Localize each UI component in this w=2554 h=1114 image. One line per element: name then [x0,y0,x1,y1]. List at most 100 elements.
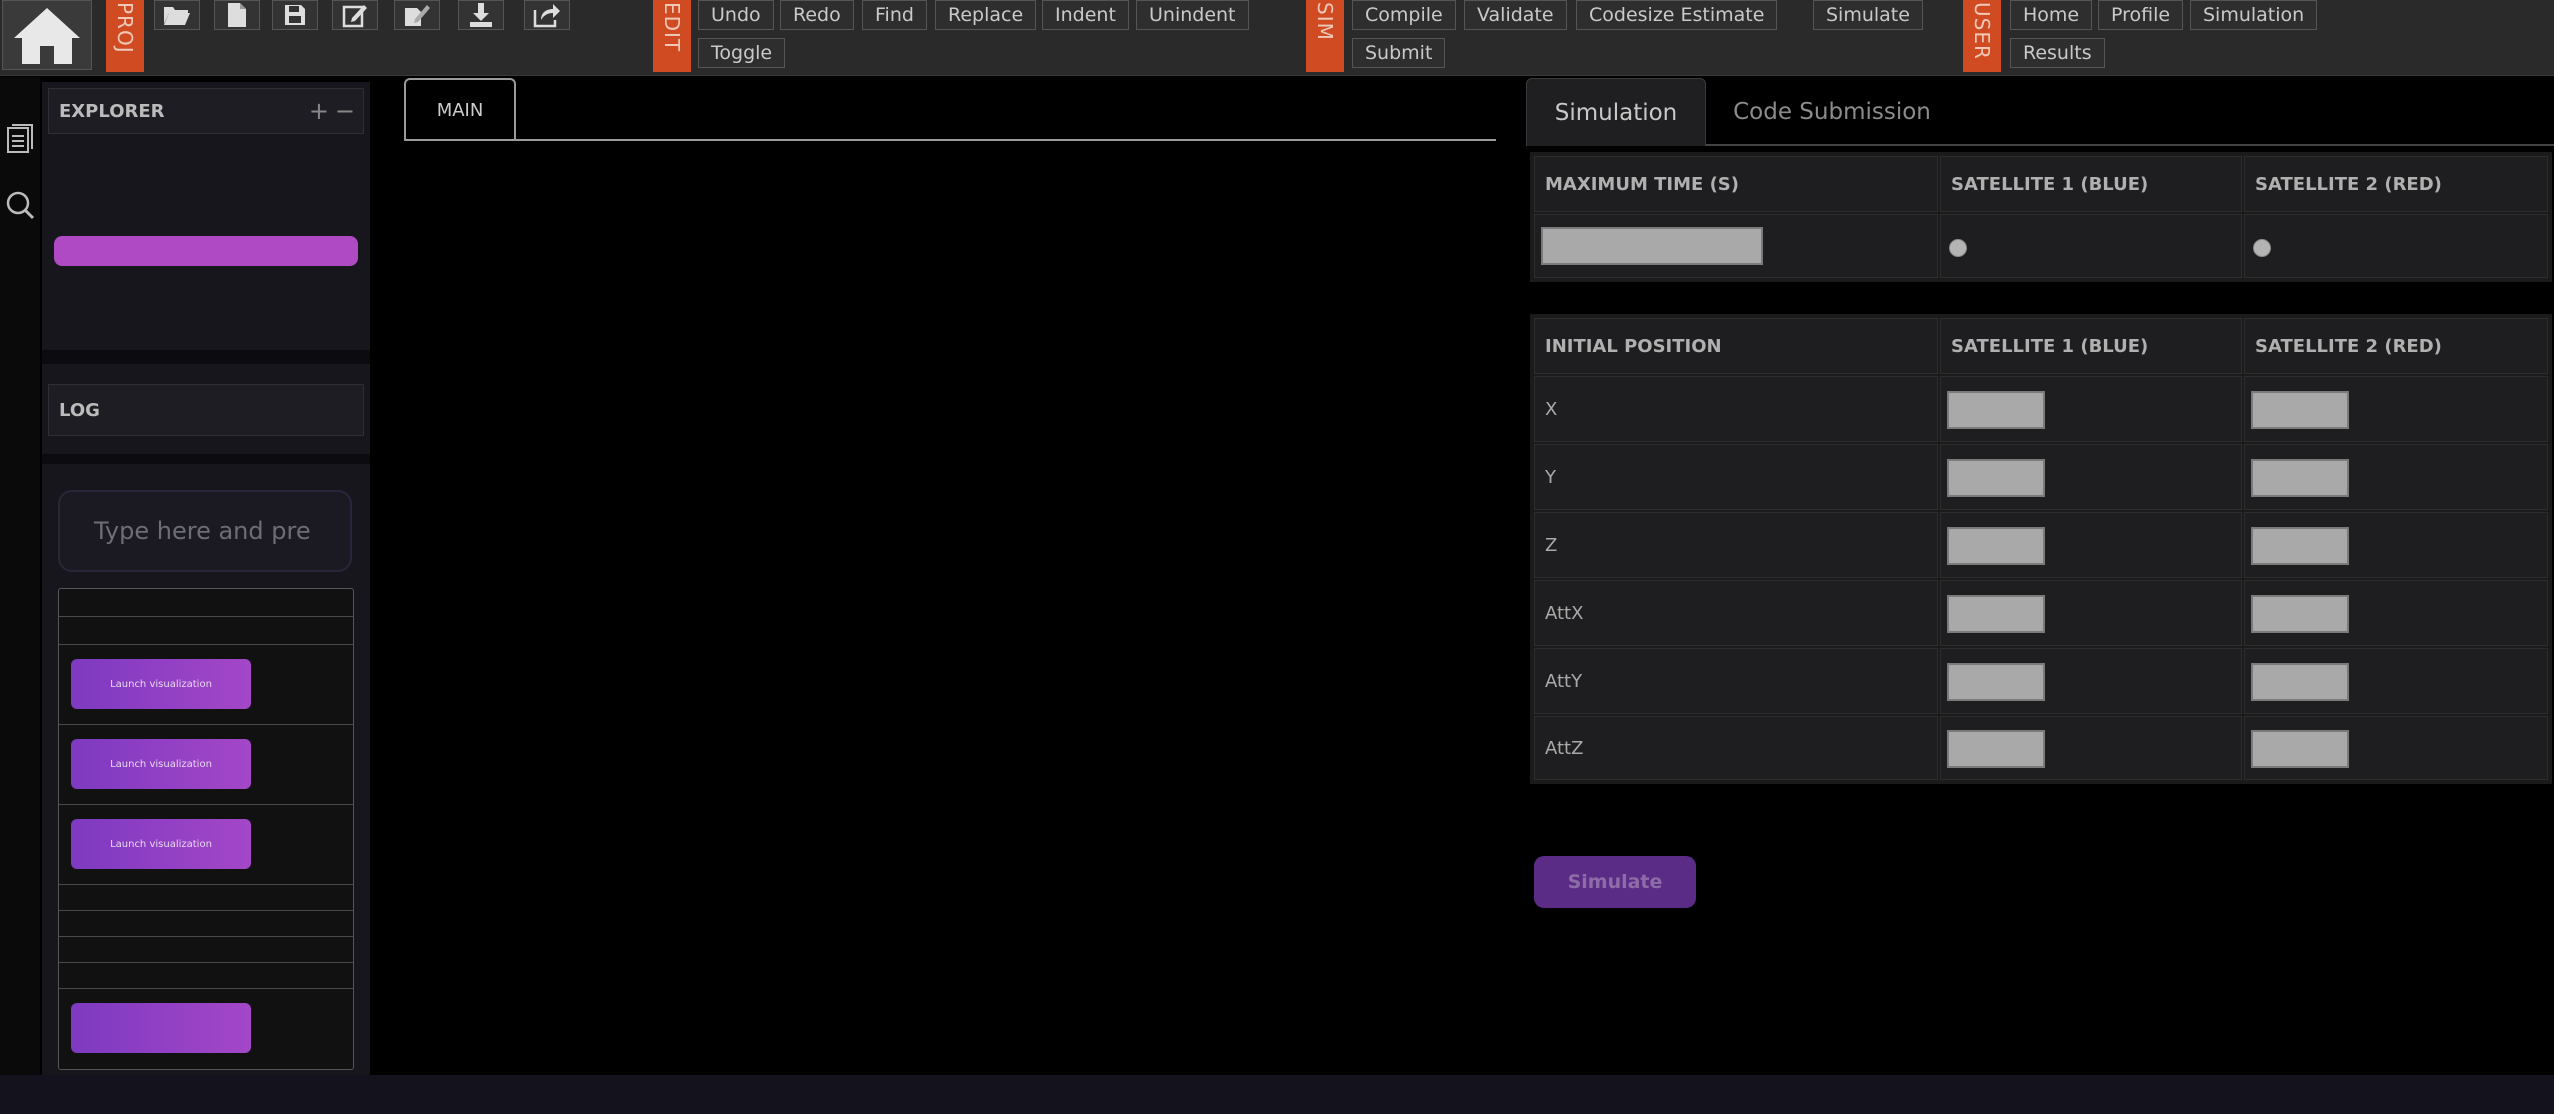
table-row-label: X [1534,376,1938,442]
panel-divider [42,350,370,364]
table-header: INITIAL POSITION [1534,318,1938,374]
sim-category-tag: SIM [1306,0,1344,72]
explorer-toggle[interactable] [4,123,36,155]
toggle-button[interactable]: Toggle [698,38,786,68]
list-item [59,617,353,645]
table-cell [1534,214,1938,278]
satellite2-attz-input[interactable] [2251,730,2349,768]
list-item: Launch visualization [59,805,353,885]
table-header: SATELLITE 2 (RED) [2244,156,2548,212]
satellite2-atty-input[interactable] [2251,663,2349,701]
codesize-estimate-button[interactable]: Codesize Estimate [1576,0,1778,30]
satellite1-atty-input[interactable] [1947,663,2045,701]
save-icon [285,5,305,25]
user-category-tag: USER [1963,0,2001,72]
table-cell [1940,444,2242,510]
satellite2-z-input[interactable] [2251,527,2349,565]
editor-tab-main[interactable]: MAIN [404,78,516,140]
table-cell [2244,648,2548,714]
home-icon [14,8,80,64]
table-cell [2244,214,2548,278]
table-header: SATELLITE 1 (BLUE) [1940,318,2242,374]
replace-button[interactable]: Replace [935,0,1037,30]
list-item [59,963,353,989]
status-bar [0,1075,2554,1114]
list-item: Launch visualization [59,725,353,805]
search-icon [6,191,35,220]
table-cell [1940,648,2242,714]
open-folder-button[interactable] [154,0,200,30]
simulate-toolbar-button[interactable]: Simulate [1813,0,1923,30]
activity-bar [0,77,40,1075]
satellite1-z-input[interactable] [1947,527,2045,565]
list-item [59,589,353,617]
satellite1-x-input[interactable] [1947,391,2045,429]
list-item [59,911,353,937]
chat-input[interactable]: Type here and pre [58,490,352,572]
table-cell [2244,444,2548,510]
validate-button[interactable]: Validate [1464,0,1567,30]
tab-bar-line [1706,144,2554,146]
simulation-nav-button[interactable]: Simulation [2190,0,2318,30]
table-cell [1940,376,2242,442]
launch-visualization-button[interactable] [71,1003,251,1053]
table-cell [1940,214,2242,278]
satellite1-attx-input[interactable] [1947,595,2045,633]
code-editor[interactable] [404,142,1496,1072]
explorer-selected-item[interactable] [54,236,358,266]
search-toggle[interactable] [4,189,36,221]
table-cell [1940,512,2242,578]
table-cell [1940,716,2242,780]
initial-position-table: INITIAL POSITION SATELLITE 1 (BLUE) SATE… [1530,314,2552,784]
home-nav-button[interactable]: Home [2010,0,2093,30]
satellite2-radio[interactable] [2253,239,2271,257]
max-time-table: MAXIMUM TIME (S) SATELLITE 1 (BLUE) SATE… [1530,152,2552,282]
editor-tab-label: MAIN [436,99,484,121]
submit-button[interactable]: Submit [1352,38,1446,68]
undo-button[interactable]: Undo [698,0,774,30]
tab-code-submission[interactable]: Code Submission [1712,78,1952,146]
new-file-button[interactable] [214,0,260,30]
save-button[interactable] [272,0,318,30]
home-button[interactable] [2,0,92,70]
edit-category-tag: EDIT [653,0,691,72]
launch-visualization-button[interactable]: Launch visualization [71,739,251,789]
minus-icon[interactable]: − [335,97,355,125]
compile-button[interactable]: Compile [1352,0,1456,30]
edit-button[interactable] [332,0,378,30]
share-button[interactable] [524,0,570,30]
table-cell [2244,376,2548,442]
results-button[interactable]: Results [2010,38,2105,68]
edit-multiple-button[interactable] [394,0,440,30]
explorer-title: EXPLORER [59,100,165,122]
redo-button[interactable]: Redo [780,0,854,30]
launch-visualization-button[interactable]: Launch visualization [71,819,251,869]
unindent-button[interactable]: Unindent [1136,0,1249,30]
tab-simulation[interactable]: Simulation [1526,78,1706,146]
plus-icon[interactable]: + [309,97,329,125]
max-time-input[interactable] [1541,227,1763,265]
launch-visualization-button[interactable]: Launch visualization [71,659,251,709]
download-button[interactable] [458,0,504,30]
indent-button[interactable]: Indent [1042,0,1129,30]
satellite2-x-input[interactable] [2251,391,2349,429]
satellite1-attz-input[interactable] [1947,730,2045,768]
profile-button[interactable]: Profile [2098,0,2184,30]
satellite2-attx-input[interactable] [2251,595,2349,633]
table-header: MAXIMUM TIME (S) [1534,156,1938,212]
table-cell [2244,580,2548,646]
panel-divider [42,454,370,464]
table-row-label: AttX [1534,580,1938,646]
list-item: Launch visualization [59,645,353,725]
simulate-button[interactable]: Simulate [1534,856,1696,908]
table-cell [2244,512,2548,578]
chat-placeholder: Type here and pre [94,517,311,545]
find-button[interactable]: Find [862,0,927,30]
table-row-label: Y [1534,444,1938,510]
table-row-label: Z [1534,512,1938,578]
editor-tab-underline [404,139,1496,141]
satellite1-y-input[interactable] [1947,459,2045,497]
table-header: SATELLITE 1 (BLUE) [1940,156,2242,212]
satellite1-radio[interactable] [1949,239,1967,257]
satellite2-y-input[interactable] [2251,459,2349,497]
